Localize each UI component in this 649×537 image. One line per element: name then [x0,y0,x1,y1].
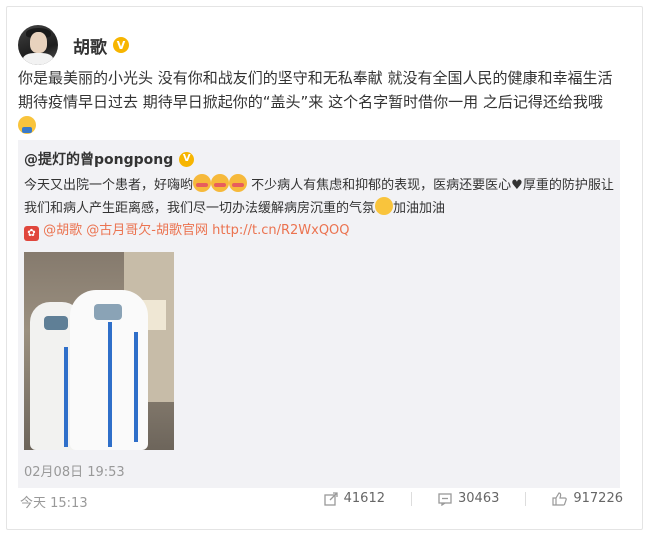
avatar[interactable] [18,25,58,65]
repost-text: 今天又出院一个患者，好嗨哟 不少病人有焦虑和抑郁的表现，医病还要医心♥厚重的防护… [24,174,618,242]
verified-badge-icon: V [179,151,195,167]
repost-text-part2: 不少病人有焦虑和抑郁的表现，医病还要医心 [247,178,512,193]
repost-icon [323,491,338,506]
repost-button[interactable]: 41612 [323,491,385,506]
heart-icon: ♥ [511,178,523,193]
repost-text-part1: 今天又出院一个患者，好嗨哟 [24,178,194,193]
red-packet-icon: ✿ [24,226,39,241]
short-url[interactable]: http://t.cn/R2WxQOQ [212,223,349,238]
comment-icon [438,492,452,506]
like-icon [552,491,568,506]
repost-photo[interactable] [24,252,174,450]
post-time[interactable]: 今天 15:13 [20,492,88,511]
fist-emoji-icon [375,197,394,215]
like-button[interactable]: 917226 [552,491,623,506]
crying-emoji-icon [229,174,248,192]
crying-emoji-icon [193,174,212,192]
repost-text-part4: 加油加油 [393,201,446,216]
repost-count: 41612 [343,491,385,506]
post-body: 你是最美丽的小光头 没有你和战友们的坚守和无私奉献 就没有全国人民的健康和幸福生… [18,69,613,111]
comment-button[interactable]: 30463 [438,491,499,506]
verified-badge-icon: V [113,37,129,53]
divider [411,491,412,506]
action-bar: 41612 30463 917226 [298,491,623,506]
comment-count: 30463 [458,491,500,506]
post-header: 胡歌 V [18,25,129,65]
post-text: 你是最美丽的小光头 没有你和战友们的坚守和无私奉献 就没有全国人民的健康和幸福生… [18,66,623,138]
author-name[interactable]: 胡歌 [73,33,107,58]
mention-official-site[interactable]: @古月哥欠-胡歌官网 [86,223,208,238]
repost-header: @提灯的曾pongpong V [24,149,195,169]
crying-emoji-icon [211,174,230,192]
divider [525,491,527,506]
emoji-icon [18,116,36,134]
repost-block: @提灯的曾pongpong V 今天又出院一个患者，好嗨哟 不少病人有焦虑和抑郁… [18,140,620,488]
repost-author[interactable]: @提灯的曾pongpong [24,149,173,169]
mention-hu-ge[interactable]: @胡歌 [43,223,82,238]
like-count: 917226 [573,491,623,506]
repost-time[interactable]: 02月08日 19:53 [24,461,125,480]
